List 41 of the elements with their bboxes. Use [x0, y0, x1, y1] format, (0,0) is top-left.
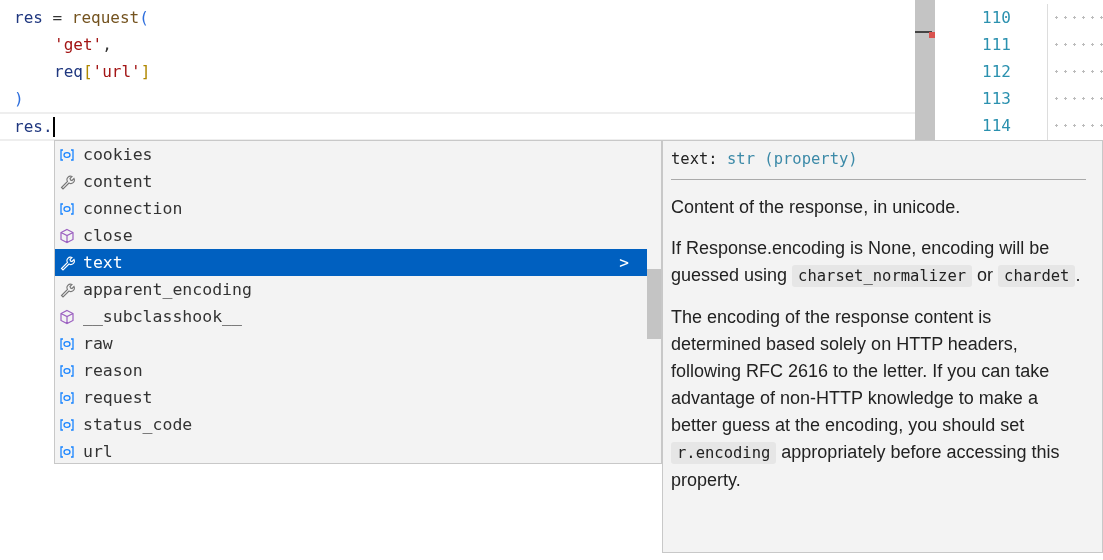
description-paragraph: Content of the response, in unicode.: [671, 196, 962, 219]
line-number: 110: [981, 7, 1012, 29]
line-number: 114: [981, 115, 1012, 137]
suggestion-item[interactable]: cookies: [55, 141, 647, 168]
list-scrollbar[interactable]: [647, 269, 661, 339]
field-icon: [59, 335, 75, 352]
line-number: 113: [981, 88, 1012, 110]
signature-text: text: str (property): [671, 149, 859, 170]
code-line: ): [13, 88, 25, 110]
suggestion-item[interactable]: status_code: [55, 411, 647, 438]
line-number: 112: [981, 61, 1012, 83]
text-cursor: [52, 116, 55, 137]
line-number: 111: [981, 34, 1012, 56]
code-line: req['url']: [53, 61, 152, 83]
cube-icon: [59, 227, 75, 244]
field-icon: [59, 416, 75, 433]
description-paragraph: If Response.encoding is None, encoding will be guessed using charset_normalizer or chardet .: [671, 237, 1082, 289]
code-line: res = request(: [13, 7, 150, 29]
editor-scrollbar[interactable]: [915, 0, 935, 140]
suggestion-item[interactable]: request: [55, 384, 647, 411]
suggestion-item[interactable]: close: [55, 222, 647, 249]
suggestion-item[interactable]: content: [55, 168, 647, 195]
description-paragraph: The encoding of the response content is determined based solely on HTTP headers, following RFC 2616 to the letter. If you can take advantage of non-HTTP knowledge to make a better guess at the encoding, you should set r.encoding appropriately before accessing this property.: [671, 306, 1061, 492]
expand-chevron[interactable]: >: [619, 253, 629, 272]
suggestion-item[interactable]: raw: [55, 330, 647, 357]
cube-icon: [59, 308, 75, 325]
suggestion-item[interactable]: connection: [55, 195, 647, 222]
field-icon: [59, 443, 75, 460]
field-icon: [59, 200, 75, 217]
suggestion-item[interactable]: text >: [55, 249, 647, 276]
code-line: 'get',: [53, 34, 113, 56]
suggestion-item[interactable]: url: [55, 438, 647, 465]
suggestion-item[interactable]: apparent_encoding: [55, 276, 647, 303]
field-icon: [59, 362, 75, 379]
suggestion-item[interactable]: __subclasshook__: [55, 303, 647, 330]
wrench-icon: [59, 281, 75, 298]
field-icon: [59, 389, 75, 406]
wrench-icon: [59, 173, 75, 190]
suggestion-item[interactable]: reason: [55, 357, 647, 384]
field-icon: [59, 146, 75, 163]
wrench-icon: [59, 254, 75, 271]
